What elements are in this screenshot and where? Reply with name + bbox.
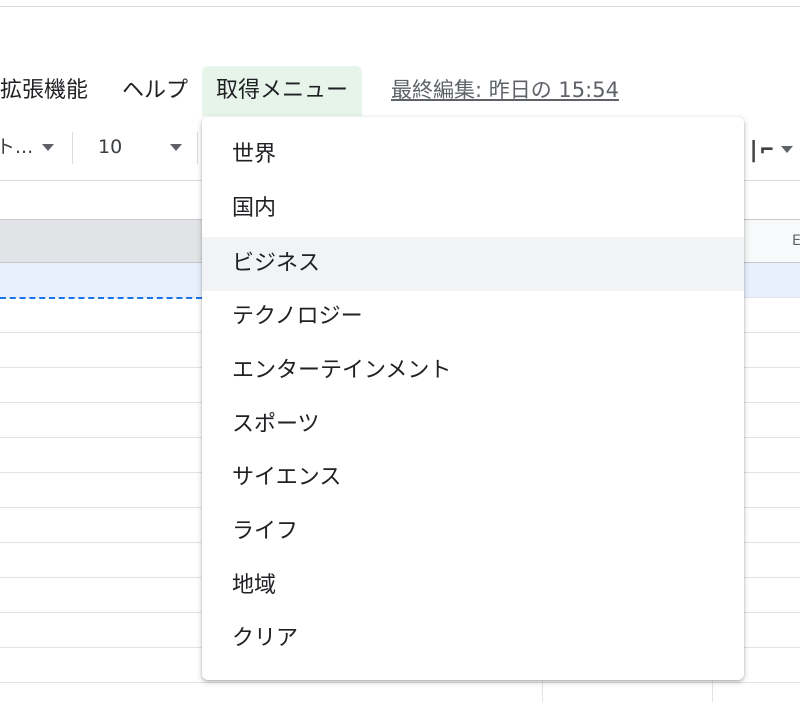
- chevron-down-icon[interactable]: [170, 144, 182, 151]
- menu-item-clear[interactable]: クリア: [202, 612, 744, 666]
- menu-bar: 拡張機能 ヘルプ 取得メニュー 最終編集: 昨日の 15:54: [0, 66, 800, 118]
- font-size-select[interactable]: 10: [98, 118, 122, 176]
- menu-help[interactable]: ヘルプ: [122, 66, 188, 116]
- chevron-down-icon[interactable]: [781, 146, 793, 153]
- menu-item-science[interactable]: サイエンス: [202, 451, 744, 505]
- menu-item-world[interactable]: 世界: [202, 128, 744, 182]
- menu-extensions[interactable]: 拡張機能: [0, 66, 88, 116]
- fetch-menu-dropdown: 世界 国内 ビジネス テクノロジー エンターテインメント スポーツ サイエンス …: [202, 117, 744, 680]
- last-edit-link[interactable]: 最終編集: 昨日の 15:54: [391, 66, 619, 116]
- menu-item-domestic[interactable]: 国内: [202, 182, 744, 236]
- menu-fetch[interactable]: 取得メニュー: [202, 66, 363, 116]
- text-wrap-icon[interactable]: |⌐: [747, 138, 774, 163]
- column-header-e[interactable]: E: [792, 220, 800, 262]
- window-top-border: [0, 0, 800, 7]
- menu-item-life[interactable]: ライフ: [202, 505, 744, 559]
- menu-item-technology[interactable]: テクノロジー: [202, 290, 744, 344]
- menu-item-entertainment[interactable]: エンターテインメント: [202, 344, 744, 398]
- chevron-down-icon[interactable]: [42, 144, 54, 151]
- toolbar-divider: [72, 132, 73, 164]
- font-family-select[interactable]: ト...: [0, 118, 33, 176]
- menu-item-region[interactable]: 地域: [202, 559, 744, 613]
- toolbar-divider: [197, 132, 198, 164]
- menu-item-sports[interactable]: スポーツ: [202, 398, 744, 452]
- menu-item-business[interactable]: ビジネス: [202, 237, 744, 291]
- selected-column-header[interactable]: [0, 220, 202, 262]
